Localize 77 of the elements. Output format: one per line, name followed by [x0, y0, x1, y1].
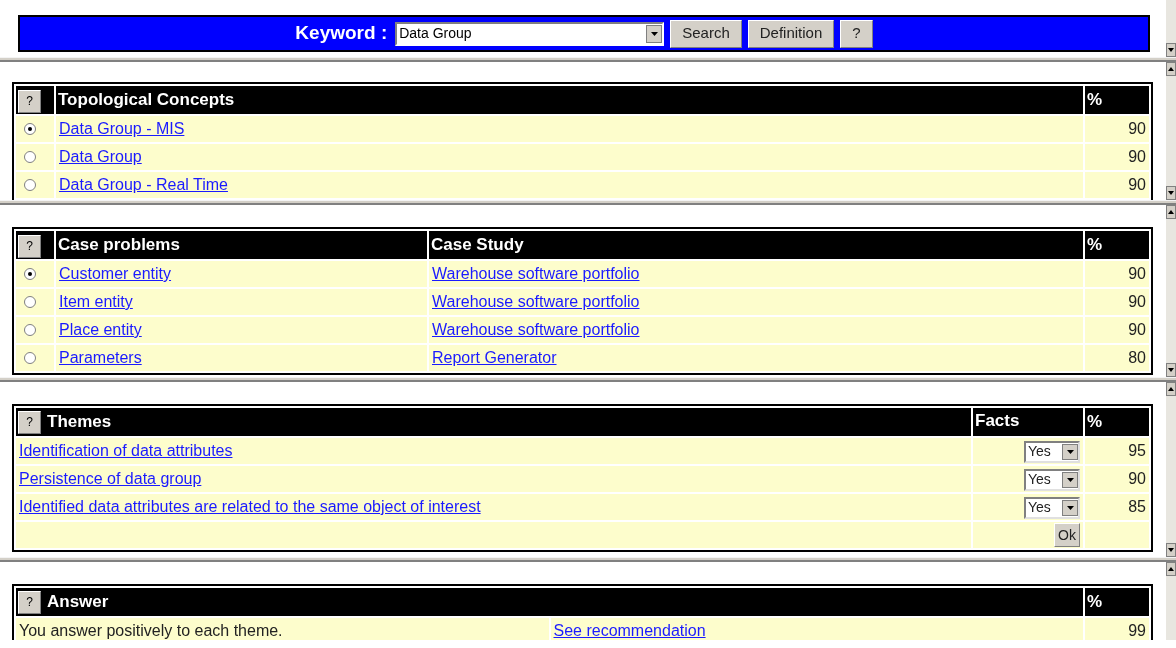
scrollbar[interactable] — [1166, 62, 1176, 200]
radio-button[interactable] — [24, 151, 36, 163]
case-study-link[interactable]: Report Generator — [432, 349, 557, 366]
answer-text: You answer positively to each theme. — [19, 622, 283, 639]
scroll-up-button[interactable] — [1166, 382, 1176, 396]
column-header: % — [1087, 235, 1103, 255]
ok-button[interactable]: Ok — [1054, 523, 1080, 548]
down-arrow-icon — [1168, 368, 1174, 372]
percent-value: 90 — [1128, 176, 1146, 193]
concept-link[interactable]: Data Group — [59, 148, 142, 165]
column-header: % — [1087, 90, 1103, 110]
radio-button[interactable] — [24, 268, 36, 280]
scroll-down-button[interactable] — [1166, 43, 1176, 57]
down-arrow-icon — [1168, 548, 1174, 552]
keyword-label: Keyword : — [295, 21, 388, 46]
up-arrow-icon — [1168, 210, 1174, 214]
scrollbar[interactable] — [1166, 0, 1176, 57]
dropdown-arrow-icon — [1066, 477, 1074, 482]
up-arrow-icon — [1168, 567, 1174, 571]
percent-value: 85 — [1128, 498, 1146, 515]
theme-link[interactable]: Persistence of data group — [19, 470, 202, 487]
percent-value: 90 — [1128, 293, 1146, 310]
case-problem-link[interactable]: Parameters — [59, 349, 142, 366]
column-header: Topological Concepts — [58, 90, 235, 110]
column-header: Answer — [47, 591, 109, 614]
help-button[interactable]: ? — [18, 590, 41, 614]
scroll-up-button[interactable] — [1166, 62, 1176, 76]
radio-button[interactable] — [24, 352, 36, 364]
definition-button[interactable]: Definition — [747, 19, 835, 48]
scroll-up-button[interactable] — [1166, 205, 1176, 219]
down-arrow-icon — [1168, 191, 1174, 195]
percent-value: 90 — [1128, 470, 1146, 487]
radio-button[interactable] — [24, 296, 36, 308]
column-header: % — [1087, 592, 1103, 612]
scroll-down-button[interactable] — [1166, 186, 1176, 200]
case-problem-link[interactable]: Customer entity — [59, 265, 172, 282]
concept-link[interactable]: Data Group - MIS — [59, 120, 185, 137]
help-button[interactable]: ? — [840, 19, 873, 48]
percent-value: 80 — [1128, 349, 1146, 366]
scroll-down-button[interactable] — [1166, 543, 1176, 557]
dropdown-arrow-icon — [1066, 449, 1074, 454]
case-problem-link[interactable]: Place entity — [59, 321, 142, 338]
radio-button[interactable] — [24, 179, 36, 191]
search-button[interactable]: Search — [670, 19, 742, 48]
scrollbar[interactable] — [1166, 205, 1176, 377]
scrollbar[interactable] — [1166, 562, 1176, 640]
percent-value: 95 — [1128, 442, 1146, 459]
fact-select[interactable]: Yes — [1024, 468, 1080, 491]
percent-value: 99 — [1128, 622, 1146, 639]
radio-button[interactable] — [24, 324, 36, 336]
column-header: Facts — [975, 411, 1020, 430]
scroll-down-button[interactable] — [1166, 363, 1176, 377]
percent-value: 90 — [1128, 120, 1146, 137]
case-problem-link[interactable]: Item entity — [59, 293, 133, 310]
help-button[interactable]: ? — [18, 89, 41, 113]
help-button[interactable]: ? — [18, 234, 41, 258]
scroll-up-button[interactable] — [1166, 562, 1176, 576]
column-header: Case Study — [431, 235, 524, 255]
dropdown-arrow-icon — [650, 31, 658, 36]
fact-select[interactable]: Yes — [1024, 496, 1080, 519]
down-arrow-icon — [1168, 48, 1174, 52]
theme-link[interactable]: Identification of data attributes — [19, 442, 233, 459]
percent-value: 90 — [1128, 148, 1146, 165]
scrollbar[interactable] — [1166, 382, 1176, 557]
up-arrow-icon — [1168, 67, 1174, 71]
radio-button[interactable] — [24, 123, 36, 135]
percent-value: 90 — [1128, 265, 1146, 282]
percent-value: 90 — [1128, 321, 1146, 338]
up-arrow-icon — [1168, 387, 1174, 391]
concept-link[interactable]: Data Group - Real Time — [59, 176, 228, 193]
fact-select[interactable]: Yes — [1024, 440, 1080, 463]
column-header: Case problems — [58, 235, 180, 255]
keyword-select[interactable]: Data Group — [395, 21, 665, 46]
column-header: Themes — [47, 411, 112, 434]
column-header: % — [1087, 412, 1103, 432]
dropdown-arrow-icon — [1066, 505, 1074, 510]
help-button[interactable]: ? — [18, 410, 41, 434]
